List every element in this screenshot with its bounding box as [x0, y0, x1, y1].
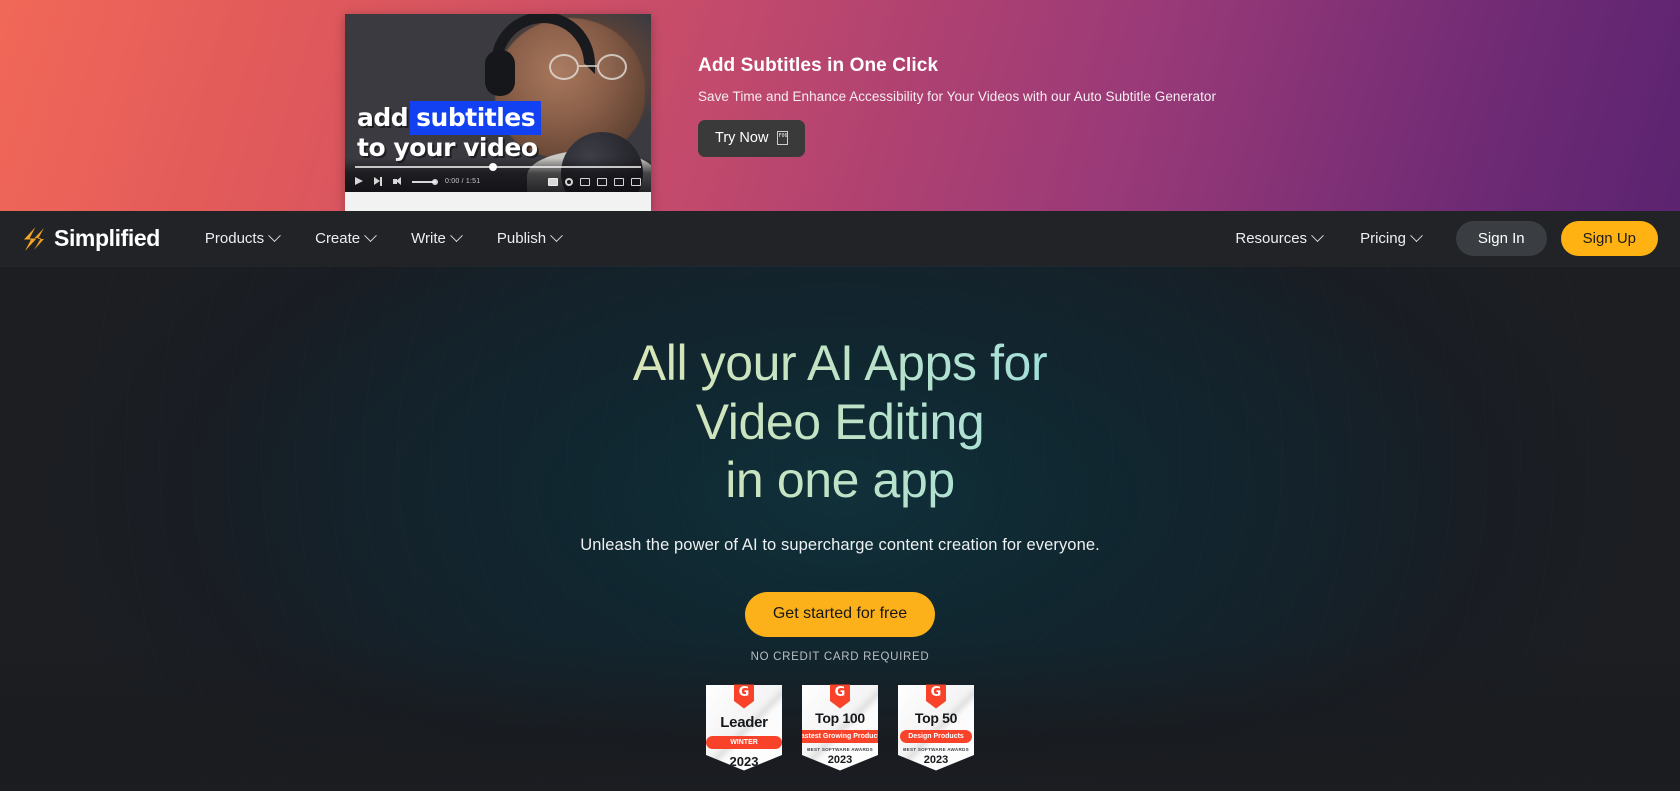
video-controls-bar[interactable]: 0:00 / 1:51 — [345, 158, 651, 192]
chevron-down-icon — [550, 229, 563, 243]
g2-logo-icon: G — [830, 684, 850, 709]
lightning-bolt-icon — [22, 226, 46, 252]
chevron-down-icon — [268, 229, 281, 243]
main-navbar: Simplified Products Create Write Publish… — [0, 211, 1680, 266]
promo-subtitle: Save Time and Enhance Accessibility for … — [698, 89, 1217, 104]
brand-name: Simplified — [54, 225, 160, 251]
nav-label-resources: Resources — [1235, 230, 1308, 247]
video-timestamp: 0:00 / 1:51 — [445, 178, 481, 185]
nav-label-products: Products — [204, 230, 265, 247]
badge-year-label: 2023 — [827, 753, 853, 766]
nav-item-resources[interactable]: Resources — [1218, 222, 1339, 255]
chevron-down-icon — [450, 229, 463, 243]
play-icon[interactable] — [355, 177, 366, 186]
g2-badge-leader[interactable]: G Leader WINTER 2023 — [706, 684, 782, 771]
nav-label-publish: Publish — [496, 230, 547, 247]
sign-up-button[interactable]: Sign Up — [1560, 221, 1658, 256]
video-caption-overlay: add subtitles to your video — [357, 101, 617, 160]
badge-awards-label: BEST SOFTWARE AWARDS — [903, 746, 969, 752]
settings-gear-icon[interactable] — [565, 177, 573, 186]
badge-ribbon-label: Fastest Growing Products — [802, 729, 878, 743]
hero-subheadline: Unleash the power of AI to supercharge c… — [580, 535, 1100, 554]
badge-rank-label: Leader — [720, 713, 768, 731]
sign-in-button[interactable]: Sign In — [1455, 221, 1547, 256]
promo-title: Add Subtitles in One Click — [698, 55, 939, 76]
try-now-button[interactable]: Try Now F061 — [698, 120, 806, 157]
secondary-nav-group: Resources Pricing Sign In Sign Up — [1218, 221, 1658, 256]
no-credit-card-note: NO CREDIT CARD REQUIRED — [750, 650, 930, 663]
video-progress-slider[interactable] — [355, 163, 641, 171]
caption-word-subtitles: subtitles — [410, 101, 542, 135]
try-now-label: Try Now — [715, 130, 769, 146]
theater-mode-icon[interactable] — [597, 177, 607, 186]
chevron-down-icon — [364, 229, 378, 243]
chevron-down-icon — [1410, 229, 1423, 243]
promo-banner: addsubtitles to your video 0:00 / 1:51 — [0, 0, 1680, 211]
badge-awards-label: BEST SOFTWARE AWARDS — [807, 746, 873, 752]
headline-line-1: All your AI Apps for — [390, 334, 1290, 393]
g2-logo-icon: G — [926, 684, 946, 709]
badge-rank-label: Top 100 — [815, 709, 865, 726]
headline-line-3: in one app — [390, 451, 1290, 510]
video-progress-knob[interactable] — [489, 163, 498, 171]
next-track-icon[interactable] — [374, 177, 385, 186]
brand-logo[interactable]: Simplified — [22, 225, 160, 252]
get-started-button[interactable]: Get started for free — [744, 591, 936, 637]
badge-year-label: 2023 — [729, 753, 759, 769]
g2-badge-top-100[interactable]: G Top 100 Fastest Growing Products BEST … — [802, 684, 878, 771]
badge-rank-label: Top 50 — [914, 709, 958, 726]
g2-badge-row: G Leader WINTER 2023 G Top 100 Fastest G… — [0, 684, 1680, 771]
arrow-right-icon: F061 — [777, 131, 789, 145]
nav-label-create: Create — [315, 230, 361, 247]
page-title: All your AI Apps for Video Editing in on… — [390, 334, 1290, 510]
glasses-graphic — [549, 54, 627, 80]
nav-item-pricing[interactable]: Pricing — [1343, 222, 1438, 255]
headline-line-2: Video Editing — [390, 393, 1290, 452]
g2-badge-top-50[interactable]: G Top 50 Design Products BEST SOFTWARE A… — [898, 684, 974, 771]
captions-icon[interactable] — [548, 177, 558, 186]
picture-in-picture-icon[interactable] — [614, 177, 624, 186]
miniplayer-icon[interactable] — [580, 177, 590, 186]
nav-item-create[interactable]: Create — [298, 222, 392, 255]
promo-copy-block: Add Subtitles in One Click Save Time and… — [698, 55, 1338, 157]
fullscreen-icon[interactable] — [631, 177, 641, 186]
promo-video-thumbnail[interactable]: add subtitles to your video 0:00 / 1:51 — [345, 14, 651, 211]
nav-item-products[interactable]: Products — [188, 222, 296, 255]
nav-label-pricing: Pricing — [1360, 230, 1406, 247]
nav-item-publish[interactable]: Publish — [480, 222, 578, 255]
video-preview-frame: add subtitles to your video 0:00 / 1:51 — [345, 14, 651, 192]
volume-icon[interactable] — [393, 177, 404, 186]
hero-section: All your AI Apps for Video Editing in on… — [0, 266, 1680, 791]
caption-word-add: add — [357, 103, 409, 132]
g2-logo-icon: G — [734, 684, 754, 709]
headphones-earcup-graphic — [485, 50, 515, 96]
badge-year-label: 2023 — [923, 753, 949, 766]
nav-item-write[interactable]: Write — [394, 222, 478, 255]
badge-ribbon-label: WINTER — [706, 735, 782, 749]
badge-ribbon-label: Design Products — [900, 729, 972, 743]
nav-label-write: Write — [411, 230, 446, 247]
chevron-down-icon — [1311, 229, 1324, 243]
volume-slider[interactable] — [412, 178, 438, 185]
video-card-footer — [345, 192, 651, 211]
primary-nav-group: Products Create Write Publish — [188, 222, 578, 255]
